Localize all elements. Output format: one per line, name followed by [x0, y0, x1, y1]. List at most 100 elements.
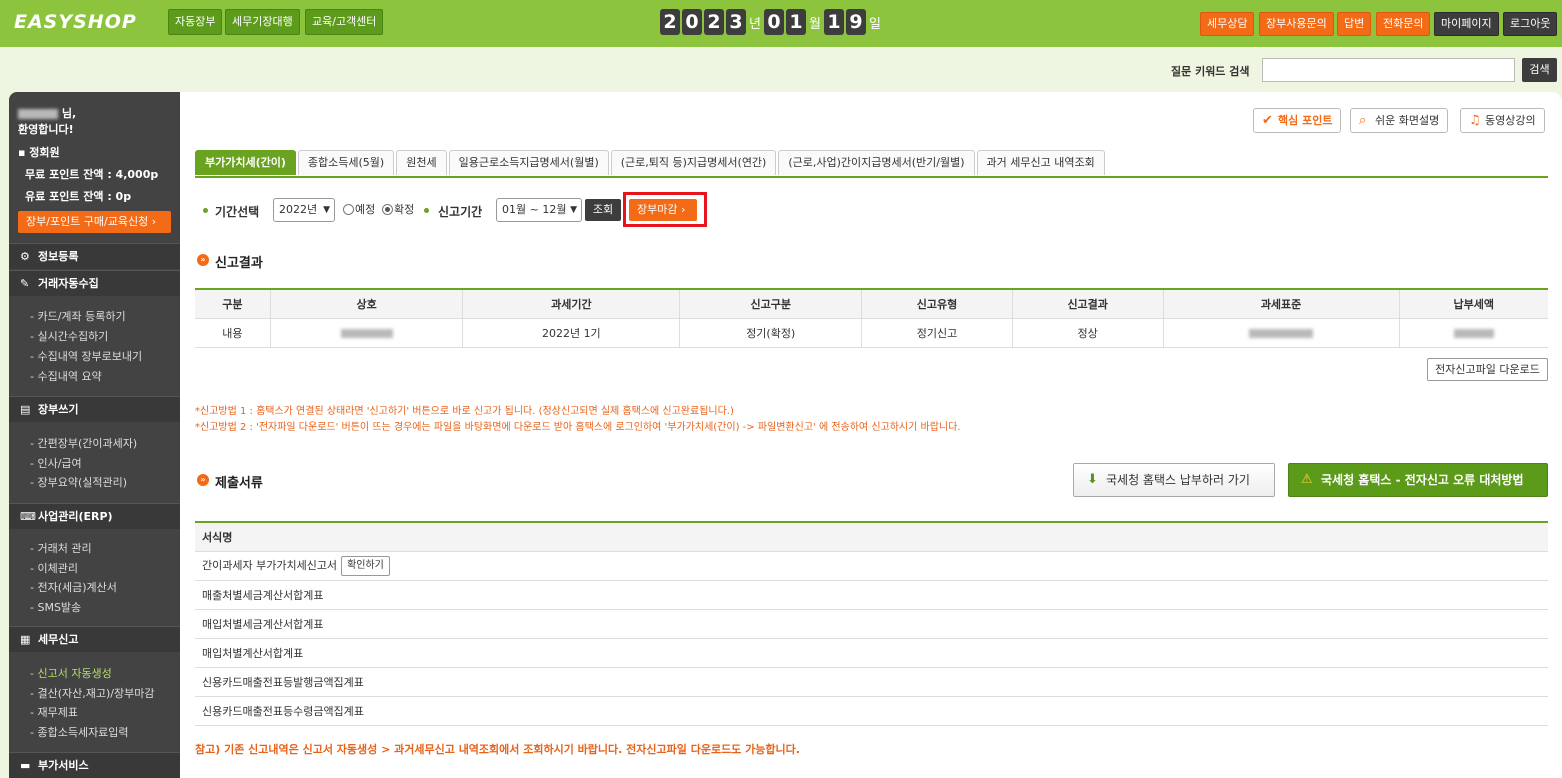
- sidebar-section-auto-collect[interactable]: ✎ 거래자동수집: [9, 270, 180, 296]
- answer-button[interactable]: 답변: [1337, 12, 1372, 36]
- sidebar-section-extra[interactable]: ▬ 부가서비스: [9, 752, 180, 778]
- tab-vat-simple[interactable]: 부가가치세(간이): [195, 150, 296, 175]
- sidebar-section-label: 거래자동수집: [38, 277, 99, 290]
- sidebar-item-auto-report[interactable]: - 신고서 자동생성: [30, 665, 112, 681]
- table-row: 내용 2022년 1기 정기(확정) 정기신고 정상: [195, 317, 1548, 348]
- sidebar-item-sms[interactable]: - SMS발송: [30, 599, 81, 615]
- column-header: 과세기간: [462, 289, 681, 319]
- table-cell: 정상: [1011, 317, 1164, 348]
- sidebar-section-erp[interactable]: ⌨ 사업관리(ERP): [9, 503, 180, 529]
- welcome-text: 환영합니다!: [18, 123, 74, 136]
- nav-tax-agency[interactable]: 세무기장대행: [225, 9, 300, 35]
- sidebar-item-simple-ledger[interactable]: - 간편장부(간이과세자): [30, 435, 137, 451]
- radio-expected[interactable]: [343, 204, 354, 215]
- table-row: 매입처별계산서합계표: [195, 638, 1548, 668]
- column-header: 과세표준: [1162, 289, 1400, 319]
- top-bar: EASYSHOP 자동장부 세무기장대행 교육/고객센터 2 0 2 3 년 0…: [0, 0, 1562, 47]
- tab-annual-statement[interactable]: (근로,퇴직 등)지급명세서(연간): [610, 150, 777, 175]
- sidebar-section-tax-report[interactable]: ▦ 세무신고: [9, 626, 180, 652]
- hometax-payment-button[interactable]: ⬇ 국세청 홈택스 납부하러 가기: [1073, 463, 1275, 497]
- month-digit: 0: [763, 9, 784, 35]
- efile-download-button[interactable]: 전자신고파일 다운로드: [1427, 358, 1548, 381]
- day-unit: 일: [868, 16, 881, 32]
- video-lecture-button[interactable]: ♫ 동영상강의: [1460, 108, 1545, 133]
- table-row: 간이과세자 부가가치세신고서 확인하기: [195, 551, 1548, 581]
- sidebar-item-financial-statements[interactable]: - 재무제표: [30, 704, 78, 720]
- nav-auto-ledger[interactable]: 자동장부: [168, 9, 223, 35]
- tab-simple-statement[interactable]: (근로,사업)간이지급명세서(반기/월별): [778, 150, 975, 175]
- search-button[interactable]: 검색: [1522, 58, 1557, 82]
- tab-daily-worker[interactable]: 일용근로소득지급명세서(월별): [448, 150, 609, 175]
- sidebar-item-realtime-collect[interactable]: - 실시간수집하기: [30, 328, 108, 344]
- month-range-value: 01월 ~ 12월: [502, 203, 567, 216]
- tab-underline: [195, 176, 1548, 178]
- sidebar-section-label: 부가서비스: [38, 759, 89, 772]
- method-note-1: *신고방법 1 : 홈택스가 연결된 상태라면 '신고하기' 버튼으로 바로 신…: [195, 406, 734, 417]
- table-row: 매입처별세금계산서합계표: [195, 609, 1548, 639]
- logout-button[interactable]: 로그아웃: [1503, 12, 1558, 36]
- year-digit: 2: [660, 9, 680, 35]
- nav-education[interactable]: 교육/고객센터: [305, 9, 384, 35]
- month-unit: 월: [808, 16, 821, 32]
- table-cell-redacted: [1162, 317, 1400, 348]
- radio-expected-label: 예정: [355, 203, 376, 216]
- sidebar-item-send-ledger[interactable]: - 수집내역 장부로보내기: [30, 348, 142, 364]
- sidebar-item-ledger-summary[interactable]: - 장부요약(실적관리): [30, 474, 127, 490]
- sidebar-item-income-tax-input[interactable]: - 종합소득세자료입력: [30, 724, 129, 740]
- tab-income-tax[interactable]: 종합소득세(5월): [297, 150, 395, 175]
- table-cell-redacted: [1398, 317, 1548, 348]
- method-note-2: *신고방법 2 : '전자파일 다운로드' 버튼이 뜨는 경우에는 파일을 바탕…: [195, 422, 961, 433]
- tax-consult-button[interactable]: 세무상담: [1200, 12, 1255, 36]
- result-table: 구분 상호 과세기간 신고구분 신고유형 신고결과 과세표준 납부세액 내용 2…: [195, 288, 1548, 348]
- hometax-error-guide-button[interactable]: ⚠ 국세청 홈택스 - 전자신고 오류 대처방법: [1288, 463, 1548, 497]
- year-digit: 0: [682, 9, 702, 35]
- sidebar-item-closing[interactable]: - 결산(자산,재고)/장부마감: [30, 685, 154, 701]
- month-range-select[interactable]: 01월 ~ 12월 ▼: [496, 198, 582, 222]
- year-digit: 2: [704, 9, 724, 35]
- sidebar-item-transfer[interactable]: - 이체관리: [30, 560, 78, 576]
- sidebar-item-card-account[interactable]: - 카드/계좌 등록하기: [30, 308, 126, 324]
- table-cell: 간이과세자 부가가치세신고서 확인하기: [195, 551, 1548, 581]
- mypage-button[interactable]: 마이페이지: [1434, 12, 1499, 36]
- easy-explain-button[interactable]: ⌕ 쉬운 화면설명: [1350, 108, 1449, 133]
- form-name: 간이과세자 부가가치세신고서: [202, 558, 338, 572]
- form-name: 매출처별세금계산서합계표: [195, 580, 1548, 610]
- table-header-row: 서식명: [195, 522, 1548, 552]
- phone-inquiry-button[interactable]: 전화문의: [1376, 12, 1431, 36]
- confirm-button[interactable]: 확인하기: [341, 555, 390, 576]
- purchase-button[interactable]: 장부/포인트 구매/교육신청 ›: [18, 211, 171, 233]
- sidebar-item-clients[interactable]: - 거래처 관리: [30, 540, 92, 556]
- table-cell: 2022년 1기: [462, 317, 681, 348]
- keyboard-icon: ⌨: [20, 510, 36, 523]
- sidebar-item-payroll[interactable]: - 인사/급여: [30, 455, 82, 471]
- logo[interactable]: EASYSHOP: [14, 11, 137, 33]
- year-digit: 3: [726, 9, 746, 35]
- hometax-error-guide-label: 국세청 홈택스 - 전자신고 오류 대처방법: [1321, 473, 1524, 487]
- ledger-close-button[interactable]: 장부마감 ›: [629, 199, 697, 221]
- column-header: 신고결과: [1011, 289, 1164, 319]
- sidebar-section-info[interactable]: ⚙ 정보등록: [9, 243, 180, 269]
- key-point-button[interactable]: ✔ 핵심 포인트: [1253, 108, 1342, 133]
- year-select[interactable]: 2022년 ▼: [273, 198, 335, 222]
- sidebar-section-label: 사업관리(ERP): [38, 510, 113, 523]
- tab-past-reports[interactable]: 과거 세무신고 내역조회: [976, 150, 1105, 175]
- gear-icon: ⚙: [20, 250, 30, 263]
- ledger-inquiry-button[interactable]: 장부사용문의: [1259, 12, 1334, 36]
- arrow-circle-icon: »: [197, 474, 209, 486]
- edit-icon: ✎: [20, 277, 30, 290]
- sidebar-item-collect-summary[interactable]: - 수집내역 요약: [30, 368, 102, 384]
- sidebar-section-ledger[interactable]: ▤ 장부쓰기: [9, 396, 180, 422]
- date-display: 2 0 2 3 년 0 1 월 1 9 일: [660, 8, 884, 36]
- table-cell-redacted: [269, 317, 464, 348]
- radio-confirmed-label: 확정: [394, 203, 415, 216]
- tab-bar: 부가가치세(간이) 종합소득세(5월) 원천세 일용근로소득지급명세서(월별) …: [195, 150, 1107, 176]
- sidebar-item-e-invoice[interactable]: - 전자(세금)계산서: [30, 579, 117, 595]
- radio-confirmed[interactable]: [382, 204, 393, 215]
- sidebar-section-label: 정보등록: [38, 250, 79, 263]
- query-button[interactable]: 조회: [585, 199, 621, 221]
- docs-section: » 제출서류: [197, 472, 263, 491]
- tab-withholding[interactable]: 원천세: [396, 150, 447, 175]
- form-name: 신용카드매출전표등발행금액집계표: [195, 667, 1548, 697]
- form-name: 매입처별세금계산서합계표: [195, 609, 1548, 639]
- keyword-search-input[interactable]: [1262, 58, 1515, 82]
